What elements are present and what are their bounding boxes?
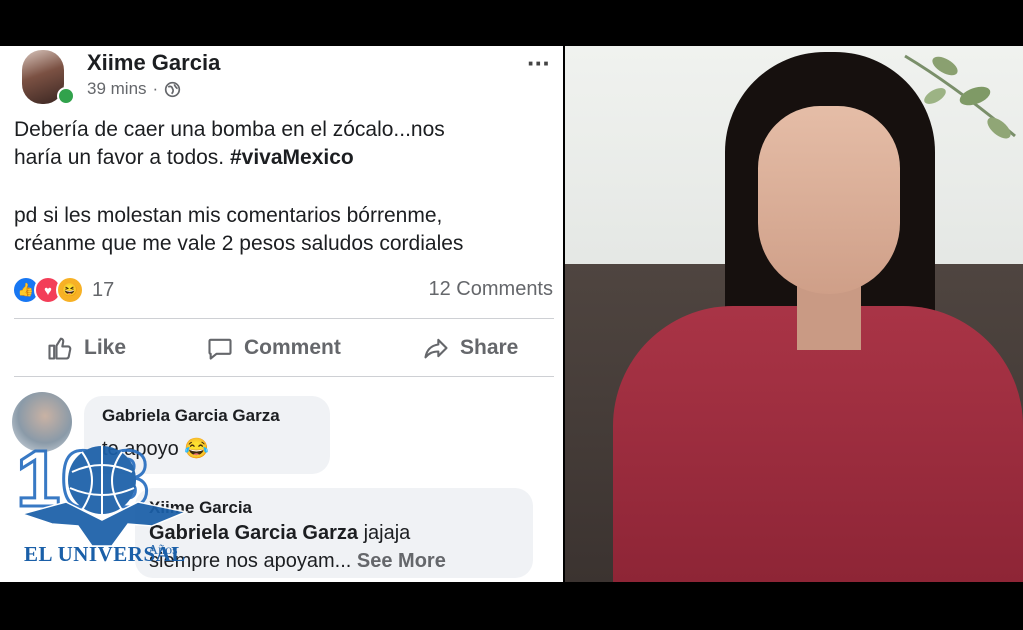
comment-author-name[interactable]: Gabriela Garcia Garza: [102, 406, 280, 426]
share-label: Share: [460, 336, 519, 359]
post-time[interactable]: 39 mins: [87, 79, 147, 99]
post-text-line2-prefix: haría un favor a todos.: [14, 146, 230, 169]
post-author-name[interactable]: Xiime Garcia: [87, 50, 220, 76]
see-more-link[interactable]: See More: [357, 550, 446, 572]
reply-text-suffix: jajaja: [358, 522, 411, 544]
divider-bottom: [14, 376, 554, 377]
share-arrow-icon: [424, 338, 448, 359]
woman-face: [758, 106, 900, 294]
comment-button[interactable]: Comment: [206, 334, 341, 362]
woman-photo: [565, 46, 1023, 582]
divider-top: [14, 318, 554, 319]
like-label: Like: [84, 336, 127, 359]
comment-label: Comment: [244, 336, 341, 359]
more-options-icon[interactable]: ···: [527, 48, 551, 79]
share-button[interactable]: Share: [422, 334, 518, 362]
like-button[interactable]: Like: [46, 334, 126, 362]
watermark-brand: EL UNIVERSAL: [24, 542, 186, 566]
online-status-dot: [57, 87, 75, 105]
post-meta: 39 mins ·: [87, 79, 181, 99]
facebook-post: Xiime Garcia 39 mins · ··· Debería de ca…: [0, 46, 563, 582]
haha-reaction-icon: 😆: [56, 276, 84, 304]
globe-icon: [165, 81, 181, 97]
reaction-summary[interactable]: 👍 ♥ 😆 17: [12, 276, 114, 304]
hashtag-link[interactable]: #vivaMexico: [230, 146, 354, 169]
comments-count-link[interactable]: 12 Comments: [429, 278, 554, 301]
thumbs-up-icon: [48, 337, 72, 360]
meta-separator: ·: [152, 79, 159, 98]
post-text-line1: Debería de caer una bomba en el zócalo..…: [14, 118, 445, 141]
post-text-line4: créanme que me vale 2 pesos saludos cord…: [14, 232, 464, 255]
comment-bubble-icon: [208, 338, 232, 360]
reaction-count: 17: [92, 278, 115, 301]
post-text-line3: pd si les molestan mis comentarios bórre…: [14, 204, 443, 227]
post-text-line2: haría un favor a todos. #vivaMexico: [14, 146, 354, 170]
